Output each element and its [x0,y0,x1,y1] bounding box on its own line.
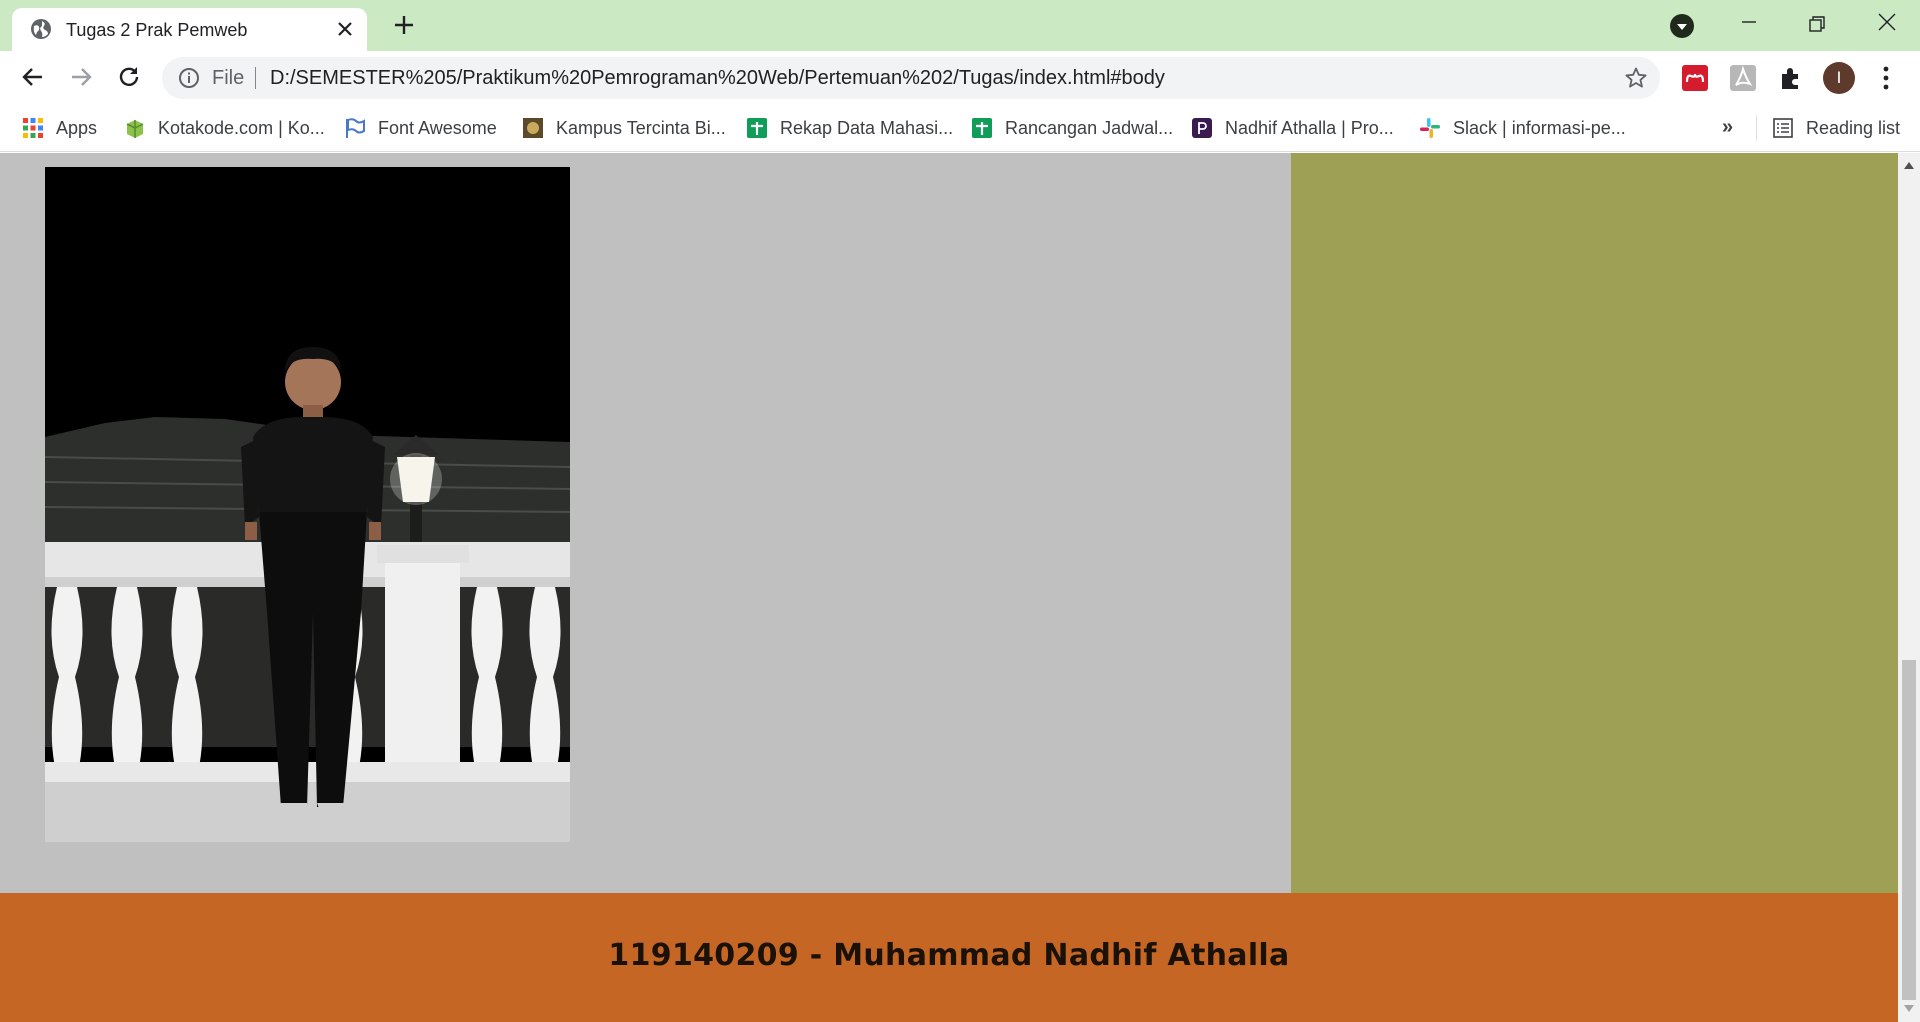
close-window-icon[interactable] [1872,10,1902,40]
info-circle-icon[interactable] [178,67,200,89]
aside-section [1291,153,1898,893]
url-text[interactable]: D:/SEMESTER%205/Praktikum%20Pemrograman%… [270,67,1165,90]
footer-text: 119140209 - Muhammad Nadhif Athalla [608,938,1290,973]
reload-icon[interactable] [116,64,142,90]
more-menu-icon[interactable] [1878,65,1894,91]
bookmark-star-icon[interactable] [1624,66,1648,90]
omnibox-divider [255,67,256,89]
restore-icon[interactable] [1802,10,1832,40]
bookmark-label: Nadhif Athalla | Pro... [1225,117,1394,138]
site-scheme-label: File [212,67,245,89]
scrollbar-thumb[interactable] [1902,660,1916,1000]
address-bar[interactable]: File D:/SEMESTER%205/Praktikum%20Pemrogr… [162,57,1660,99]
bookmark-label: Apps [56,117,98,138]
forward-arrow-icon[interactable] [68,64,94,90]
scroll-down-arrow-icon[interactable] [1904,1005,1914,1013]
bookmark-slack[interactable]: Slack | informasi-pe... [1419,115,1626,141]
bookmark-label: Kampus Tercinta Bi... [556,117,726,138]
browser-toolbar: File D:/SEMESTER%205/Praktikum%20Pemrogr… [0,51,1920,104]
scroll-up-arrow-icon[interactable] [1904,161,1914,169]
tab-search-icon[interactable] [1670,14,1694,38]
pdf-extension-icon[interactable] [1729,64,1757,92]
reading-list-icon [1773,118,1793,138]
bookmarks-bar: Apps Kotakode.com | Ko... Font Awesome K… [0,104,1920,152]
profile-avatar[interactable]: I [1823,62,1855,94]
kotakode-icon [126,120,144,138]
slack-icon [1420,118,1440,138]
page-viewport: 119140209 - Muhammad Nadhif Athalla [0,153,1898,1022]
sheets-icon [972,118,992,138]
bookmark-label: Rekap Data Mahasi... [780,117,954,138]
profile-site-icon [1192,118,1212,138]
globe-icon [31,19,51,39]
reading-list-button[interactable]: Reading list [1772,115,1900,141]
sheets-icon [747,118,767,138]
bookmark-rancangan[interactable]: Rancangan Jadwal... [971,115,1173,141]
bookmark-label: Kotakode.com | Ko... [158,117,325,138]
bookmark-font-awesome[interactable]: Font Awesome [344,115,497,141]
main-content-section [0,153,1291,893]
browser-tab[interactable]: Tugas 2 Prak Pemweb [12,8,367,51]
minimize-icon[interactable] [1734,10,1764,40]
bookmark-rekap[interactable]: Rekap Data Mahasi... [746,115,953,141]
tab-strip: Tugas 2 Prak Pemweb [0,0,1920,51]
reading-list-label: Reading list [1806,117,1901,138]
bookmark-kotakode[interactable]: Kotakode.com | Ko... [124,115,325,141]
bookmark-label: Font Awesome [378,117,497,138]
page-footer: 119140209 - Muhammad Nadhif Athalla [0,893,1898,1022]
new-tab-plus-icon[interactable] [393,14,415,36]
close-tab-icon[interactable] [336,20,354,38]
bookmark-label: Rancangan Jadwal... [1005,117,1174,138]
apps-grid-icon [23,118,43,138]
bookmark-kampus[interactable]: Kampus Tercinta Bi... [522,115,726,141]
profile-photo [45,167,570,842]
campus-logo-icon [523,118,543,138]
tab-title: Tugas 2 Prak Pemweb [66,20,248,40]
more-bookmarks-chevron[interactable]: » [1722,116,1733,139]
person-photo-illustration [45,167,570,842]
vertical-scrollbar[interactable] [1898,153,1920,1022]
bookmark-label: Slack | informasi-pe... [1453,117,1626,138]
extensions-puzzle-icon[interactable] [1777,64,1805,92]
bookmarks-divider [1756,116,1757,140]
back-arrow-icon[interactable] [20,64,46,90]
flag-icon [346,118,365,138]
mendeley-extension-icon[interactable] [1681,64,1709,92]
bookmark-apps[interactable]: Apps [22,115,97,141]
bookmark-nadhif[interactable]: Nadhif Athalla | Pro... [1191,115,1394,141]
